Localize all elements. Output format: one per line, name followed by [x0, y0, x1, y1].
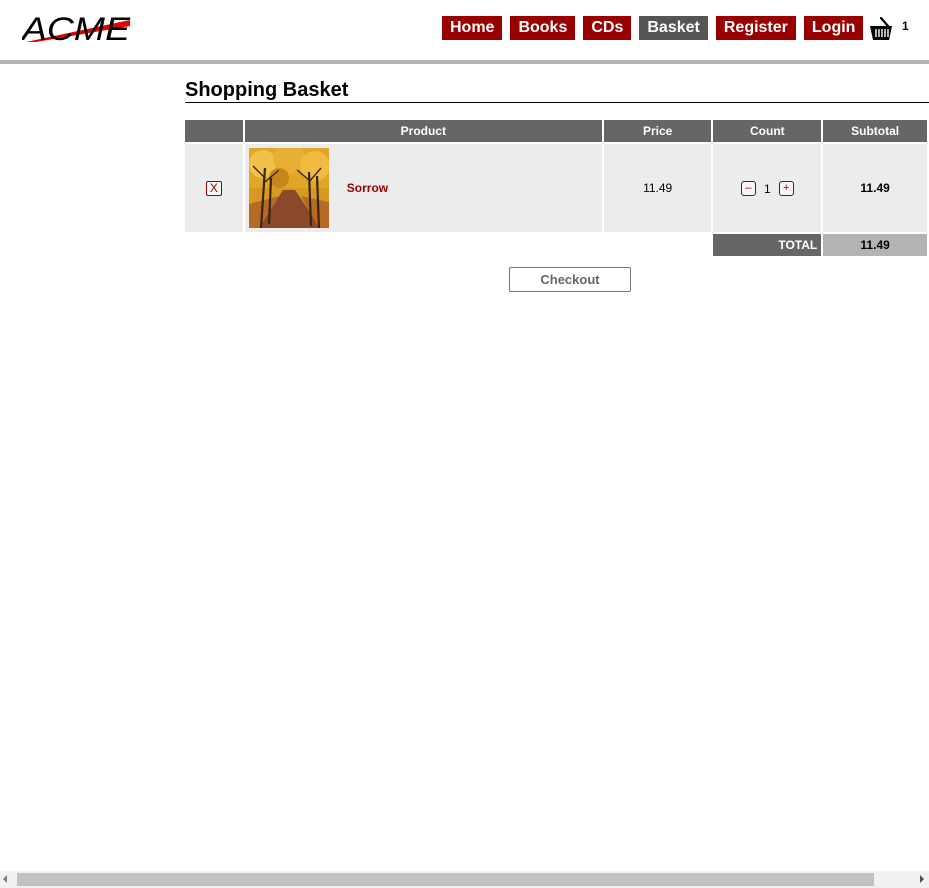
total-spacer [604, 234, 712, 256]
total-label: TOTAL [713, 234, 822, 256]
nav-register[interactable]: Register [715, 16, 796, 40]
total-spacer [185, 234, 243, 256]
total-spacer [245, 234, 602, 256]
product-thumbnail[interactable] [248, 148, 329, 228]
table-header-row: Product Price Count Subtotal [185, 120, 927, 142]
product-name-link[interactable]: Sorrow [347, 181, 388, 195]
header-subtotal: Subtotal [823, 120, 927, 142]
nav-login[interactable]: Login [803, 16, 864, 40]
total-row: TOTAL 11.49 [185, 234, 927, 256]
acme-logo-graphic: ACME [22, 12, 131, 46]
nav-basket[interactable]: Basket [639, 16, 708, 40]
header-price: Price [603, 120, 712, 142]
scrollbar-thumb[interactable] [17, 873, 874, 886]
svg-text:ACME: ACME [22, 12, 131, 46]
remove-item-button[interactable]: X [205, 180, 222, 196]
remove-cell: X [185, 144, 243, 232]
basket-table: Product Price Count Subtotal X Sorrow 11… [183, 118, 929, 258]
main-nav: Home Books CDs Basket Register Login [442, 16, 871, 40]
nav-cds[interactable]: CDs [583, 16, 632, 40]
header-remove [185, 120, 243, 142]
acme-logo[interactable]: ACME [22, 12, 132, 46]
basket-count: 1 [902, 19, 909, 33]
price-cell: 11.49 [603, 144, 712, 232]
header-divider [0, 60, 929, 64]
main-content: Shopping Basket Product Price Count Subt… [185, 78, 929, 292]
quantity-value: 1 [764, 181, 771, 196]
header-count: Count [713, 120, 822, 142]
nav-home[interactable]: Home [442, 16, 503, 40]
checkout-button[interactable]: Checkout [509, 267, 631, 292]
horizontal-scrollbar[interactable] [0, 871, 929, 888]
increment-button[interactable]: + [778, 181, 794, 196]
quantity-stepper: – 1 + [741, 181, 794, 196]
product-cell: Sorrow [244, 144, 602, 232]
decrement-button[interactable]: – [741, 181, 756, 196]
subtotal-cell: 11.49 [823, 144, 927, 232]
count-cell: – 1 + [713, 144, 822, 232]
total-value: 11.49 [823, 234, 927, 256]
site-header: ACME Home Books CDs Basket Register Logi… [0, 0, 929, 60]
header-product: Product [244, 120, 602, 142]
nav-books[interactable]: Books [510, 16, 576, 40]
basket-widget[interactable]: 1 [868, 16, 912, 42]
table-row: X Sorrow 11.49 – 1 + 11.49 [185, 144, 927, 232]
scroll-right-icon[interactable] [920, 875, 924, 883]
scroll-left-icon[interactable] [3, 875, 7, 883]
page-title: Shopping Basket [185, 78, 929, 103]
